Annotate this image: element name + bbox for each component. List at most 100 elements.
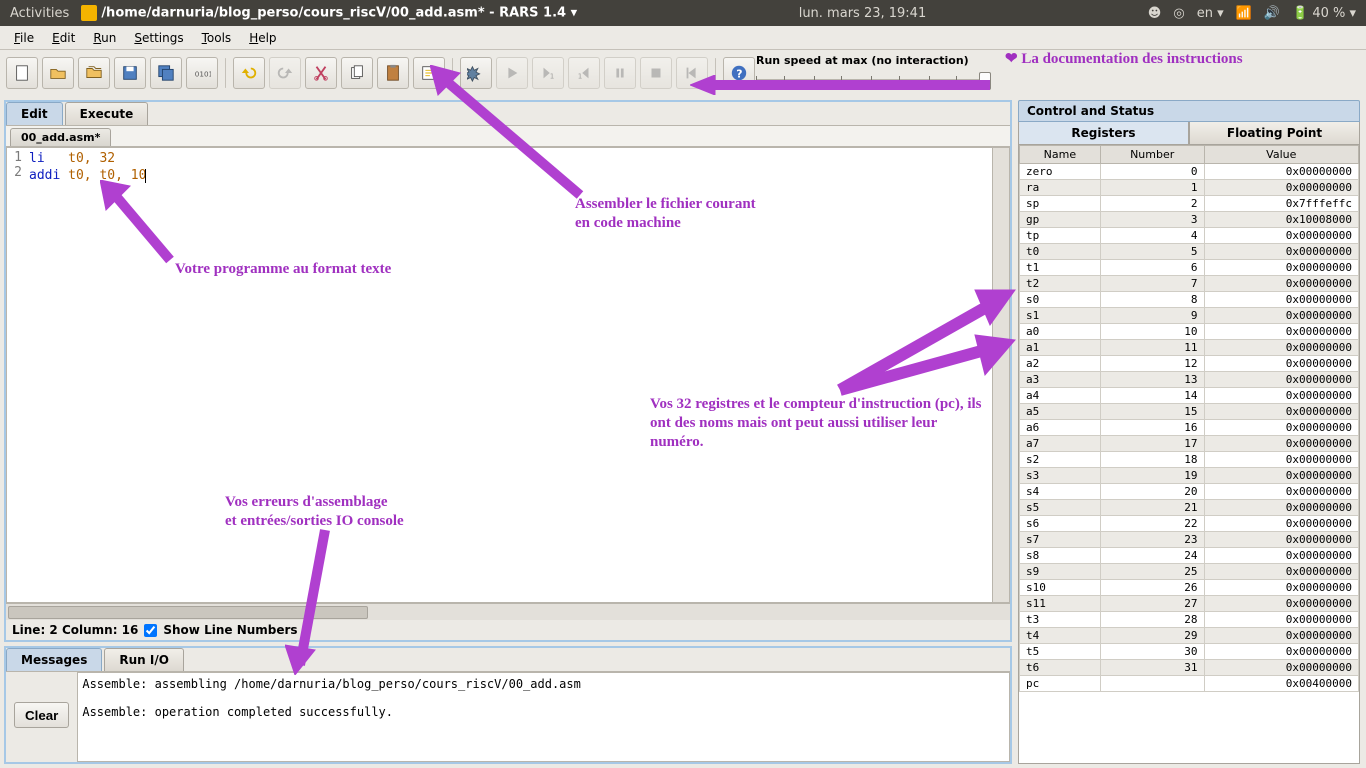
menu-help[interactable]: Help [241,28,284,48]
menu-file[interactable]: File [6,28,42,48]
register-row[interactable]: gp30x10008000 [1020,212,1359,228]
toolbar: 0101 1 1 ? Run speed at max (no interact… [0,50,1366,96]
register-row[interactable]: s2180x00000000 [1020,452,1359,468]
register-row[interactable]: sp20x7fffeffc [1020,196,1359,212]
messages-output[interactable]: Assemble: assembling /home/darnuria/blog… [77,672,1010,762]
register-row[interactable]: t050x00000000 [1020,244,1359,260]
messages-panel: Messages Run I/O Clear Assemble: assembl… [4,646,1012,764]
volume-icon[interactable]: 🔊 [1264,6,1280,21]
register-row[interactable]: zero00x00000000 [1020,164,1359,180]
register-row[interactable]: s11270x00000000 [1020,596,1359,612]
register-row[interactable]: a5150x00000000 [1020,404,1359,420]
wifi-icon[interactable]: 📶 [1236,6,1252,21]
copy-button[interactable] [341,57,373,89]
show-line-numbers-checkbox[interactable] [144,624,157,637]
menu-tools[interactable]: Tools [194,28,240,48]
save-all-button[interactable] [150,57,182,89]
os-clock[interactable]: lun. mars 23, 19:41 [577,6,1148,21]
register-row[interactable]: t160x00000000 [1020,260,1359,276]
run-speed-slider[interactable]: Run speed at max (no interaction) [756,54,986,91]
register-row[interactable]: a7170x00000000 [1020,436,1359,452]
vertical-scrollbar[interactable] [992,148,1009,602]
tab-registers[interactable]: Registers [1018,122,1189,145]
editor-panel: Edit Execute 00_add.asm* 12 li t0, 32 ad… [4,100,1012,642]
svg-text:1: 1 [550,71,555,80]
undo-button[interactable] [233,57,265,89]
register-row[interactable]: s8240x00000000 [1020,548,1359,564]
code-editor[interactable]: li t0, 32 addi t0, t0, 10 [25,148,992,602]
run-button[interactable] [496,57,528,89]
col-number[interactable]: Number [1100,146,1204,164]
registers-table[interactable]: Name Number Value zero00x00000000ra10x00… [1018,145,1360,764]
steam-icon[interactable]: ◎ [1173,6,1184,21]
menu-settings[interactable]: Settings [126,28,191,48]
clear-button[interactable]: Clear [14,702,69,728]
tab-run-io[interactable]: Run I/O [104,648,184,671]
cursor-position: Line: 2 Column: 16 [12,623,138,637]
register-row[interactable]: s080x00000000 [1020,292,1359,308]
run-speed-label: Run speed at max (no interaction) [756,54,969,67]
register-row[interactable]: s4200x00000000 [1020,484,1359,500]
separator [452,58,453,88]
register-row[interactable]: s190x00000000 [1020,308,1359,324]
tab-execute[interactable]: Execute [65,102,149,125]
reset-button[interactable] [676,57,708,89]
new-button[interactable] [6,57,38,89]
tab-edit[interactable]: Edit [6,102,63,125]
svg-text:1: 1 [578,71,583,80]
redo-button[interactable] [269,57,301,89]
register-row[interactable]: a0100x00000000 [1020,324,1359,340]
step-back-button[interactable]: 1 [568,57,600,89]
slider-knob[interactable] [979,72,991,90]
paste-button[interactable] [377,57,409,89]
register-row[interactable]: s9250x00000000 [1020,564,1359,580]
register-row[interactable]: s3190x00000000 [1020,468,1359,484]
show-line-numbers-label: Show Line Numbers [163,623,297,637]
open-button[interactable] [42,57,74,89]
register-row[interactable]: a1110x00000000 [1020,340,1359,356]
register-row[interactable]: s7230x00000000 [1020,532,1359,548]
menu-run[interactable]: Run [85,28,124,48]
register-row[interactable]: pc0x00400000 [1020,676,1359,692]
svg-text:?: ? [736,68,742,81]
rars-icon [81,5,97,21]
register-row[interactable]: ra10x00000000 [1020,180,1359,196]
tab-floating-point[interactable]: Floating Point [1189,122,1360,145]
open-all-button[interactable] [78,57,110,89]
dump-button[interactable]: 0101 [186,57,218,89]
register-row[interactable]: s6220x00000000 [1020,516,1359,532]
file-tab[interactable]: 00_add.asm* [10,128,111,146]
register-row[interactable]: t270x00000000 [1020,276,1359,292]
battery-indicator[interactable]: 🔋 40 % ▾ [1292,6,1356,21]
register-row[interactable]: t5300x00000000 [1020,644,1359,660]
register-row[interactable]: a4140x00000000 [1020,388,1359,404]
pause-button[interactable] [604,57,636,89]
register-row[interactable]: t4290x00000000 [1020,628,1359,644]
register-row[interactable]: t6310x00000000 [1020,660,1359,676]
activities-button[interactable]: Activities [10,6,69,21]
step-button[interactable]: 1 [532,57,564,89]
assemble-button[interactable] [460,57,492,89]
register-row[interactable]: t3280x00000000 [1020,612,1359,628]
separator [715,58,716,88]
stop-button[interactable] [640,57,672,89]
cut-button[interactable] [305,57,337,89]
register-row[interactable]: s10260x00000000 [1020,580,1359,596]
horizontal-scrollbar[interactable] [6,603,1010,620]
window-title[interactable]: /home/darnuria/blog_perso/cours_riscV/00… [81,5,577,21]
find-replace-button[interactable] [413,57,445,89]
col-value[interactable]: Value [1204,146,1358,164]
language-indicator[interactable]: en ▾ [1197,6,1224,21]
register-row[interactable]: a3130x00000000 [1020,372,1359,388]
smile-icon[interactable]: ☻ [1148,6,1162,21]
tab-messages[interactable]: Messages [6,648,102,671]
register-row[interactable]: tp40x00000000 [1020,228,1359,244]
menu-edit[interactable]: Edit [44,28,83,48]
col-name[interactable]: Name [1020,146,1101,164]
register-row[interactable]: s5210x00000000 [1020,500,1359,516]
register-row[interactable]: a2120x00000000 [1020,356,1359,372]
register-row[interactable]: a6160x00000000 [1020,420,1359,436]
control-status-title: Control and Status [1018,100,1360,122]
help-button[interactable]: ? [723,57,755,89]
save-button[interactable] [114,57,146,89]
